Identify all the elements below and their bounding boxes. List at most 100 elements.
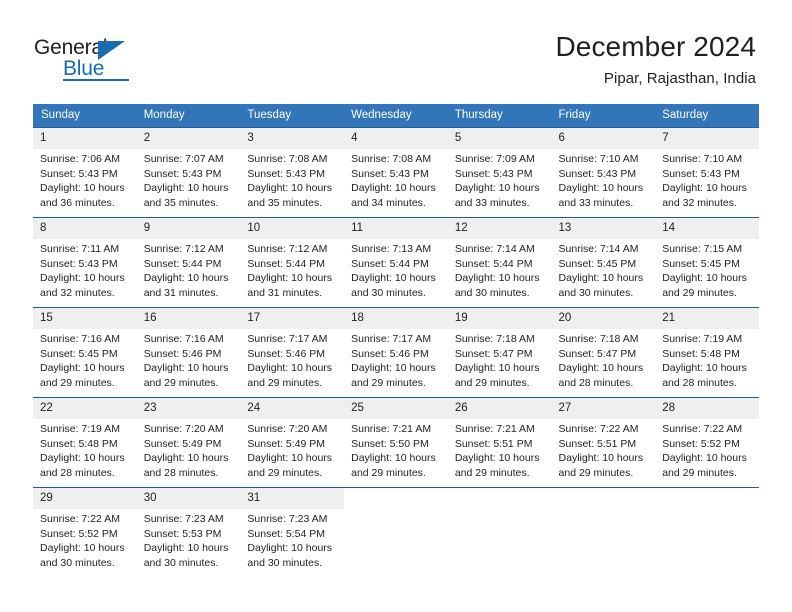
weekday-header-saturday: Saturday xyxy=(655,104,759,128)
day-cell[interactable]: 2 Sunrise: 7:07 AM Sunset: 5:43 PM Daylight… xyxy=(136,128,241,217)
day-cell[interactable]: 21 Sunrise: 7:19 AM Sunset: 5:48 PM Dayligh… xyxy=(655,308,759,397)
sunrise-text: Sunrise: 7:15 AM xyxy=(662,243,743,255)
daylight-text: Daylight: 10 hours and 35 minutes. xyxy=(143,182,229,209)
week-row: 8 Sunrise: 7:11 AM Sunset: 5:43 PM Daylight… xyxy=(33,217,759,308)
calendar-cell xyxy=(447,487,552,577)
sunset-text: Sunset: 5:43 PM xyxy=(558,167,637,180)
day-info: Sunrise: 7:22 AM Sunset: 5:52 PM Daylight:… xyxy=(655,419,759,480)
daylight-text: Daylight: 10 hours and 30 minutes. xyxy=(454,272,540,299)
sunset-text: Sunset: 5:43 PM xyxy=(351,167,429,180)
day-cell[interactable]: 14 Sunrise: 7:15 AM Sunset: 5:45 PM Dayligh… xyxy=(655,218,759,307)
day-number: 5 xyxy=(447,128,552,149)
day-cell[interactable]: 27 Sunrise: 7:22 AM Sunset: 5:51 PM Dayligh… xyxy=(551,398,656,487)
day-cell[interactable]: 11 Sunrise: 7:13 AM Sunset: 5:44 PM Dayligh… xyxy=(344,218,448,307)
sunset-text: Sunset: 5:48 PM xyxy=(40,437,118,450)
day-cell[interactable]: 25 Sunrise: 7:21 AM Sunset: 5:50 PM Dayligh… xyxy=(344,398,448,487)
day-number xyxy=(448,488,552,509)
sunset-text: Sunset: 5:48 PM xyxy=(662,347,740,360)
day-cell[interactable]: 3 Sunrise: 7:08 AM Sunset: 5:43 PM Daylight… xyxy=(240,128,345,217)
daylight-text: Daylight: 10 hours and 28 minutes. xyxy=(558,362,644,389)
day-number: 22 xyxy=(33,398,137,419)
day-number: 31 xyxy=(240,488,345,509)
calendar-cell: 26 Sunrise: 7:21 AM Sunset: 5:51 PM Dayligh… xyxy=(447,397,552,488)
day-cell[interactable]: 4 Sunrise: 7:08 AM Sunset: 5:43 PM Daylight… xyxy=(344,128,448,217)
day-cell[interactable]: 15 Sunrise: 7:16 AM Sunset: 5:45 PM Dayligh… xyxy=(33,308,137,397)
day-info: Sunrise: 7:12 AM Sunset: 5:44 PM Daylight:… xyxy=(240,239,344,300)
day-number: 13 xyxy=(551,218,656,239)
day-info: Sunrise: 7:19 AM Sunset: 5:48 PM Daylight:… xyxy=(655,329,759,390)
day-info: Sunrise: 7:14 AM Sunset: 5:44 PM Daylight:… xyxy=(448,239,552,300)
title-block: December 2024 Pipar, Rajasthan, India xyxy=(555,30,756,89)
day-cell[interactable]: 26 Sunrise: 7:21 AM Sunset: 5:51 PM Dayligh… xyxy=(447,398,552,487)
sunset-text: Sunset: 5:43 PM xyxy=(40,167,118,180)
daylight-text: Daylight: 10 hours and 29 minutes. xyxy=(143,362,229,389)
day-cell[interactable]: 18 Sunrise: 7:17 AM Sunset: 5:46 PM Dayligh… xyxy=(344,308,448,397)
sunrise-text: Sunrise: 7:16 AM xyxy=(40,333,120,345)
sunset-text: Sunset: 5:45 PM xyxy=(40,347,118,360)
day-cell[interactable]: 8 Sunrise: 7:11 AM Sunset: 5:43 PM Daylight… xyxy=(33,218,137,307)
daylight-text: Daylight: 10 hours and 34 minutes. xyxy=(351,182,436,209)
sunset-text: Sunset: 5:46 PM xyxy=(247,347,326,360)
day-info: Sunrise: 7:16 AM Sunset: 5:46 PM Daylight:… xyxy=(137,329,241,390)
day-cell[interactable]: 7 Sunrise: 7:10 AM Sunset: 5:43 PM Daylight… xyxy=(655,128,759,217)
logo-text-general: General xyxy=(34,36,108,59)
day-cell[interactable]: 30 Sunrise: 7:23 AM Sunset: 5:53 PM Dayligh… xyxy=(136,488,241,577)
calendar-cell: 16 Sunrise: 7:16 AM Sunset: 5:46 PM Dayligh… xyxy=(136,307,241,398)
sunset-text: Sunset: 5:44 PM xyxy=(351,257,429,270)
day-info: Sunrise: 7:12 AM Sunset: 5:44 PM Daylight:… xyxy=(137,239,241,300)
day-info: Sunrise: 7:13 AM Sunset: 5:44 PM Daylight:… xyxy=(344,239,448,300)
day-cell[interactable]: 22 Sunrise: 7:19 AM Sunset: 5:48 PM Dayligh… xyxy=(33,398,137,487)
day-cell[interactable]: 1 Sunrise: 7:06 AM Sunset: 5:43 PM Daylight… xyxy=(33,128,137,217)
day-cell[interactable]: 13 Sunrise: 7:14 AM Sunset: 5:45 PM Dayligh… xyxy=(551,218,656,307)
daylight-text: Daylight: 10 hours and 33 minutes. xyxy=(454,182,540,209)
day-cell[interactable]: 16 Sunrise: 7:16 AM Sunset: 5:46 PM Dayligh… xyxy=(136,308,241,397)
sunrise-text: Sunrise: 7:19 AM xyxy=(40,423,120,435)
calendar-body: 1 Sunrise: 7:06 AM Sunset: 5:43 PM Daylight… xyxy=(33,127,759,577)
day-cell[interactable]: 10 Sunrise: 7:12 AM Sunset: 5:44 PM Dayligh… xyxy=(240,218,345,307)
sunrise-text: Sunrise: 7:10 AM xyxy=(662,153,743,165)
sunrise-text: Sunrise: 7:21 AM xyxy=(454,423,535,435)
day-cell[interactable]: 24 Sunrise: 7:20 AM Sunset: 5:49 PM Dayligh… xyxy=(240,398,345,487)
day-number: 29 xyxy=(33,488,137,509)
day-cell[interactable]: 5 Sunrise: 7:09 AM Sunset: 5:43 PM Daylight… xyxy=(447,128,552,217)
calendar-cell: 23 Sunrise: 7:20 AM Sunset: 5:49 PM Dayligh… xyxy=(136,397,241,488)
general-blue-logo: General Blue xyxy=(34,36,164,82)
day-info: Sunrise: 7:21 AM Sunset: 5:51 PM Daylight:… xyxy=(448,419,552,480)
sunset-text: Sunset: 5:44 PM xyxy=(454,257,533,270)
day-number: 6 xyxy=(551,128,656,149)
day-cell[interactable]: 12 Sunrise: 7:14 AM Sunset: 5:44 PM Dayligh… xyxy=(447,218,552,307)
day-cell[interactable]: 31 Sunrise: 7:23 AM Sunset: 5:54 PM Dayligh… xyxy=(240,488,345,577)
daylight-text: Daylight: 10 hours and 29 minutes. xyxy=(662,272,747,299)
sunset-text: Sunset: 5:52 PM xyxy=(40,527,118,540)
day-cell[interactable]: 29 Sunrise: 7:22 AM Sunset: 5:52 PM Dayligh… xyxy=(33,488,137,577)
calendar-cell: 4 Sunrise: 7:08 AM Sunset: 5:43 PM Daylight… xyxy=(344,127,448,218)
day-info: Sunrise: 7:06 AM Sunset: 5:43 PM Daylight:… xyxy=(33,149,137,210)
calendar-cell: 29 Sunrise: 7:22 AM Sunset: 5:52 PM Dayligh… xyxy=(33,487,137,577)
day-cell-empty xyxy=(344,488,448,577)
day-cell[interactable]: 17 Sunrise: 7:17 AM Sunset: 5:46 PM Dayligh… xyxy=(240,308,345,397)
sunrise-text: Sunrise: 7:21 AM xyxy=(351,423,432,435)
week-row: 15 Sunrise: 7:16 AM Sunset: 5:45 PM Dayligh… xyxy=(33,307,759,398)
week-row: 29 Sunrise: 7:22 AM Sunset: 5:52 PM Dayligh… xyxy=(33,487,759,577)
day-cell[interactable]: 20 Sunrise: 7:18 AM Sunset: 5:47 PM Dayligh… xyxy=(551,308,656,397)
calendar-cell: 2 Sunrise: 7:07 AM Sunset: 5:43 PM Daylight… xyxy=(136,127,241,218)
day-cell[interactable]: 19 Sunrise: 7:18 AM Sunset: 5:47 PM Dayligh… xyxy=(447,308,552,397)
daylight-text: Daylight: 10 hours and 28 minutes. xyxy=(143,452,229,479)
day-cell[interactable]: 28 Sunrise: 7:22 AM Sunset: 5:52 PM Dayligh… xyxy=(655,398,759,487)
daylight-text: Daylight: 10 hours and 30 minutes. xyxy=(40,542,125,569)
day-info: Sunrise: 7:09 AM Sunset: 5:43 PM Daylight:… xyxy=(448,149,552,210)
sunset-text: Sunset: 5:43 PM xyxy=(662,167,740,180)
daylight-text: Daylight: 10 hours and 29 minutes. xyxy=(40,362,125,389)
calendar-cell: 15 Sunrise: 7:16 AM Sunset: 5:45 PM Dayligh… xyxy=(33,307,137,398)
sunset-text: Sunset: 5:43 PM xyxy=(247,167,326,180)
day-number xyxy=(655,488,759,509)
day-number xyxy=(552,488,656,509)
day-number: 7 xyxy=(655,128,759,149)
sunset-text: Sunset: 5:47 PM xyxy=(454,347,533,360)
day-cell[interactable]: 23 Sunrise: 7:20 AM Sunset: 5:49 PM Dayligh… xyxy=(136,398,241,487)
day-cell[interactable]: 6 Sunrise: 7:10 AM Sunset: 5:43 PM Daylight… xyxy=(551,128,656,217)
day-cell[interactable]: 9 Sunrise: 7:12 AM Sunset: 5:44 PM Daylight… xyxy=(136,218,241,307)
day-number xyxy=(344,488,448,509)
calendar-cell: 13 Sunrise: 7:14 AM Sunset: 5:45 PM Dayligh… xyxy=(551,217,656,308)
day-cell-empty xyxy=(552,488,656,577)
